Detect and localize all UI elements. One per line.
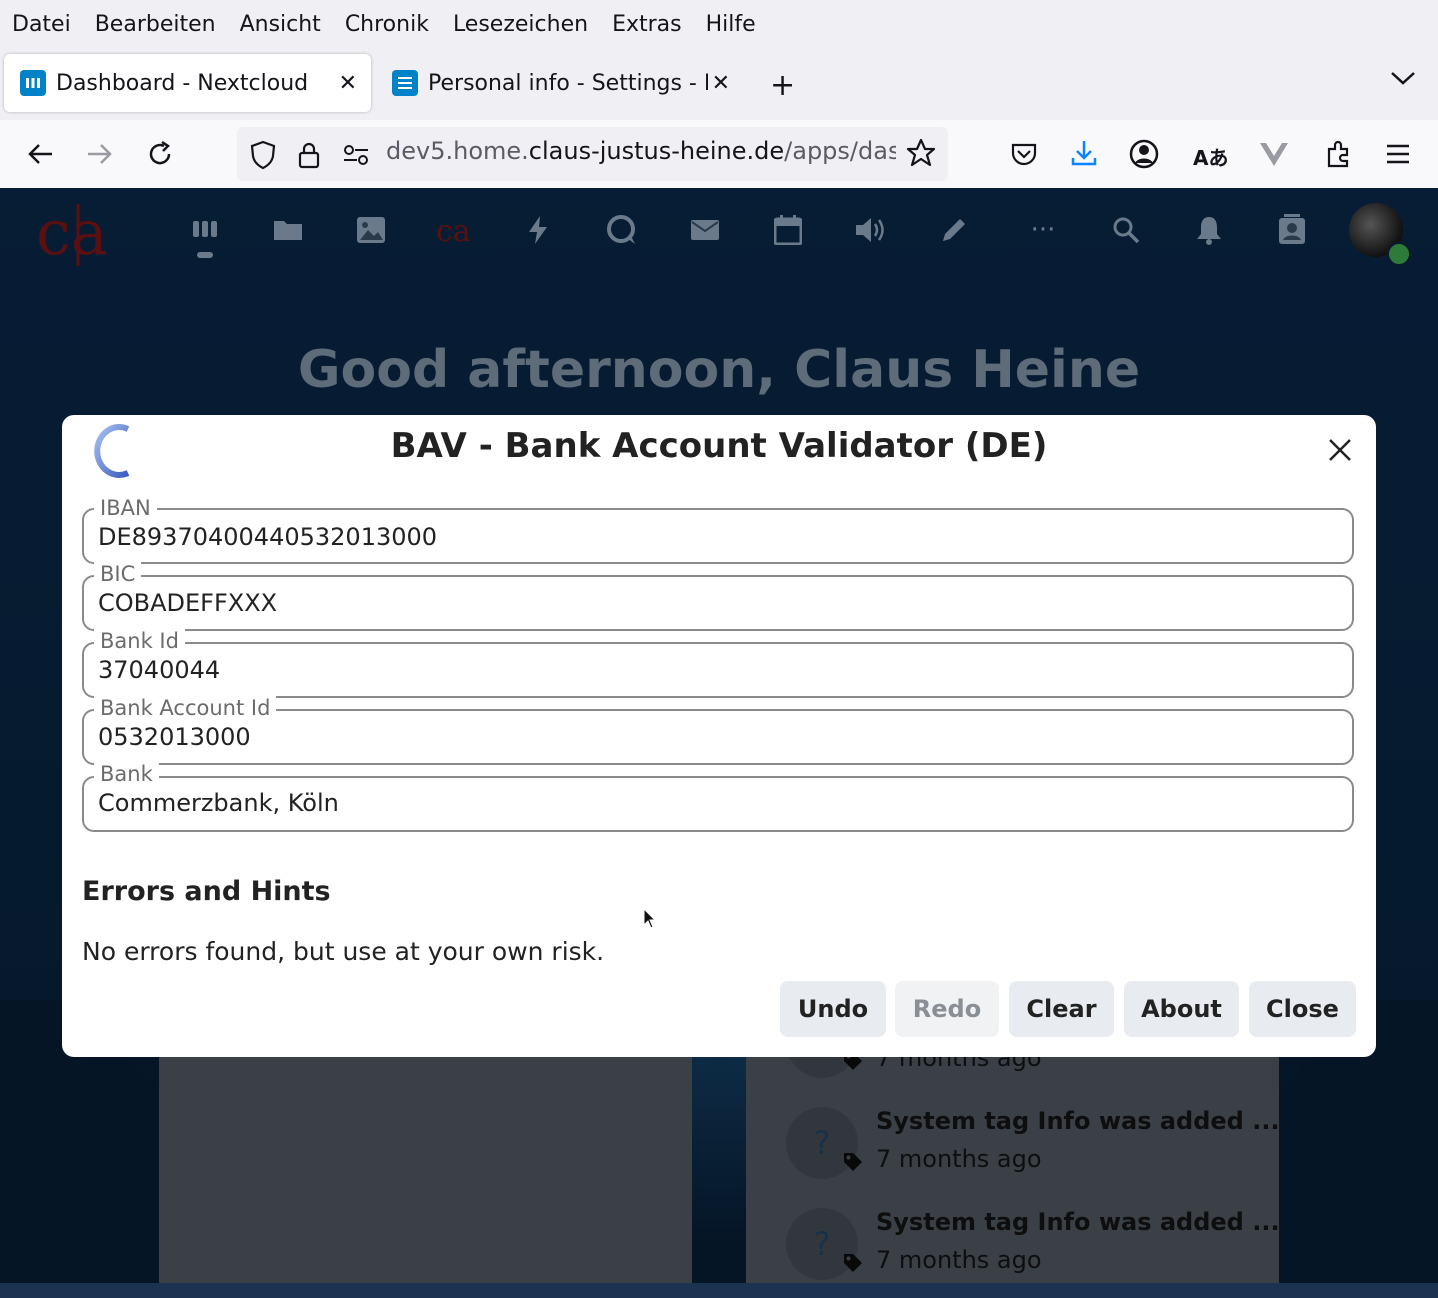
svg-text:ca: ca: [436, 214, 471, 246]
tab-title: Dashboard - Nextcloud: [56, 70, 309, 96]
forward-icon[interactable]: [84, 138, 116, 170]
online-status-indicator: [1387, 242, 1411, 266]
audio-app-icon[interactable]: [853, 212, 889, 248]
bank-id-value[interactable]: 37040044: [98, 656, 220, 684]
bic-label: BIC: [94, 562, 142, 586]
menu-chronik[interactable]: Chronik: [345, 12, 429, 37]
nextcloud-favicon-icon: [20, 70, 46, 96]
extensions-icon[interactable]: [1324, 139, 1354, 173]
tab-title: Personal info - Settings - N: [428, 70, 708, 96]
more-apps-icon[interactable]: ···: [1025, 212, 1061, 248]
activity-app-icon[interactable]: [520, 212, 556, 248]
about-button[interactable]: About: [1124, 981, 1239, 1037]
photos-app-icon[interactable]: [353, 212, 389, 248]
bank-label: Bank: [94, 762, 159, 786]
tab-strip: Dashboard - Nextcloud ✕ Personal info - …: [0, 48, 1438, 120]
menu-lesezeichen[interactable]: Lesezeichen: [453, 12, 588, 37]
mouse-cursor-icon: [643, 907, 657, 934]
bank-id-label: Bank Id: [94, 629, 185, 653]
menubar: Datei Bearbeiten Ansicht Chronik Lesezei…: [0, 0, 1438, 48]
hints-heading: Errors and Hints: [82, 876, 331, 907]
menu-datei[interactable]: Datei: [12, 12, 71, 37]
menu-extras[interactable]: Extras: [612, 12, 682, 37]
account-icon[interactable]: [1128, 138, 1160, 174]
hints-text: No errors found, but use at your own ris…: [82, 937, 605, 966]
notes-app-icon[interactable]: [936, 212, 972, 248]
calendar-app-icon[interactable]: [770, 212, 806, 248]
clear-button[interactable]: Clear: [1009, 981, 1114, 1037]
url-prefix: dev5.home.: [386, 137, 529, 165]
mail-app-icon[interactable]: [687, 212, 723, 248]
menu-bearbeiten[interactable]: Bearbeiten: [95, 12, 216, 37]
talk-app-icon[interactable]: [603, 212, 639, 248]
redo-button[interactable]: Redo: [895, 981, 999, 1037]
close-button[interactable]: Close: [1249, 981, 1356, 1037]
close-dialog-icon[interactable]: [1326, 436, 1354, 468]
menu-ansicht[interactable]: Ansicht: [240, 12, 321, 37]
active-app-indicator: [197, 252, 213, 258]
greeting-heading: Good afternoon, Claus Heine: [297, 340, 1141, 400]
new-tab-icon[interactable]: +: [770, 68, 795, 103]
bank-account-id-label: Bank Account Id: [94, 696, 277, 720]
contacts-menu-icon[interactable]: [1274, 212, 1310, 248]
bic-value[interactable]: COBADEFFXXX: [98, 589, 277, 617]
svg-text:ca: ca: [36, 196, 108, 268]
iban-value[interactable]: DE89370400440532013000: [98, 523, 437, 551]
bank-value[interactable]: Commerzbank, Köln: [98, 789, 339, 817]
tab-personal-info[interactable]: Personal info - Settings - N ✕: [376, 54, 742, 112]
pocket-icon[interactable]: [1010, 140, 1038, 172]
close-tab-icon[interactable]: ✕: [339, 71, 357, 96]
downloads-icon[interactable]: [1070, 138, 1098, 172]
translate-icon[interactable]: Aあ: [1193, 142, 1228, 171]
menu-hilfe[interactable]: Hilfe: [706, 12, 756, 37]
bank-account-id-value[interactable]: 0532013000: [98, 723, 251, 751]
notifications-bell-icon[interactable]: [1191, 212, 1227, 248]
cafev-logo[interactable]: ca: [36, 196, 116, 272]
vue-devtools-icon[interactable]: [1258, 140, 1290, 172]
search-icon[interactable]: [1108, 212, 1144, 248]
cafevdb-app-icon[interactable]: ca: [436, 212, 472, 248]
lock-icon[interactable]: [297, 140, 321, 174]
dialog-title: BAV - Bank Account Validator (DE): [390, 426, 1048, 466]
reload-icon[interactable]: [144, 138, 176, 170]
dashboard-app-icon[interactable]: [187, 212, 223, 248]
close-tab-icon[interactable]: ✕: [712, 71, 730, 96]
tab-dashboard[interactable]: Dashboard - Nextcloud ✕: [4, 54, 371, 112]
url-path: /apps/dashbo: [784, 137, 896, 165]
iban-label: IBAN: [94, 496, 157, 520]
files-app-icon[interactable]: [270, 212, 306, 248]
list-all-tabs-icon[interactable]: [1390, 70, 1416, 90]
app-menu-icon[interactable]: [1384, 142, 1412, 170]
back-icon[interactable]: [24, 138, 56, 170]
bookmark-star-icon[interactable]: [906, 138, 936, 172]
url-host: claus-justus-heine.de: [528, 137, 785, 165]
url-text[interactable]: dev5.home.claus-justus-heine.de/apps/das…: [386, 137, 896, 165]
permissions-icon[interactable]: [342, 143, 370, 171]
undo-button[interactable]: Undo: [780, 981, 886, 1037]
tracking-protection-shield-icon[interactable]: [249, 140, 277, 174]
bank-id-field[interactable]: [82, 642, 1354, 698]
settings-favicon-icon: [392, 70, 418, 96]
